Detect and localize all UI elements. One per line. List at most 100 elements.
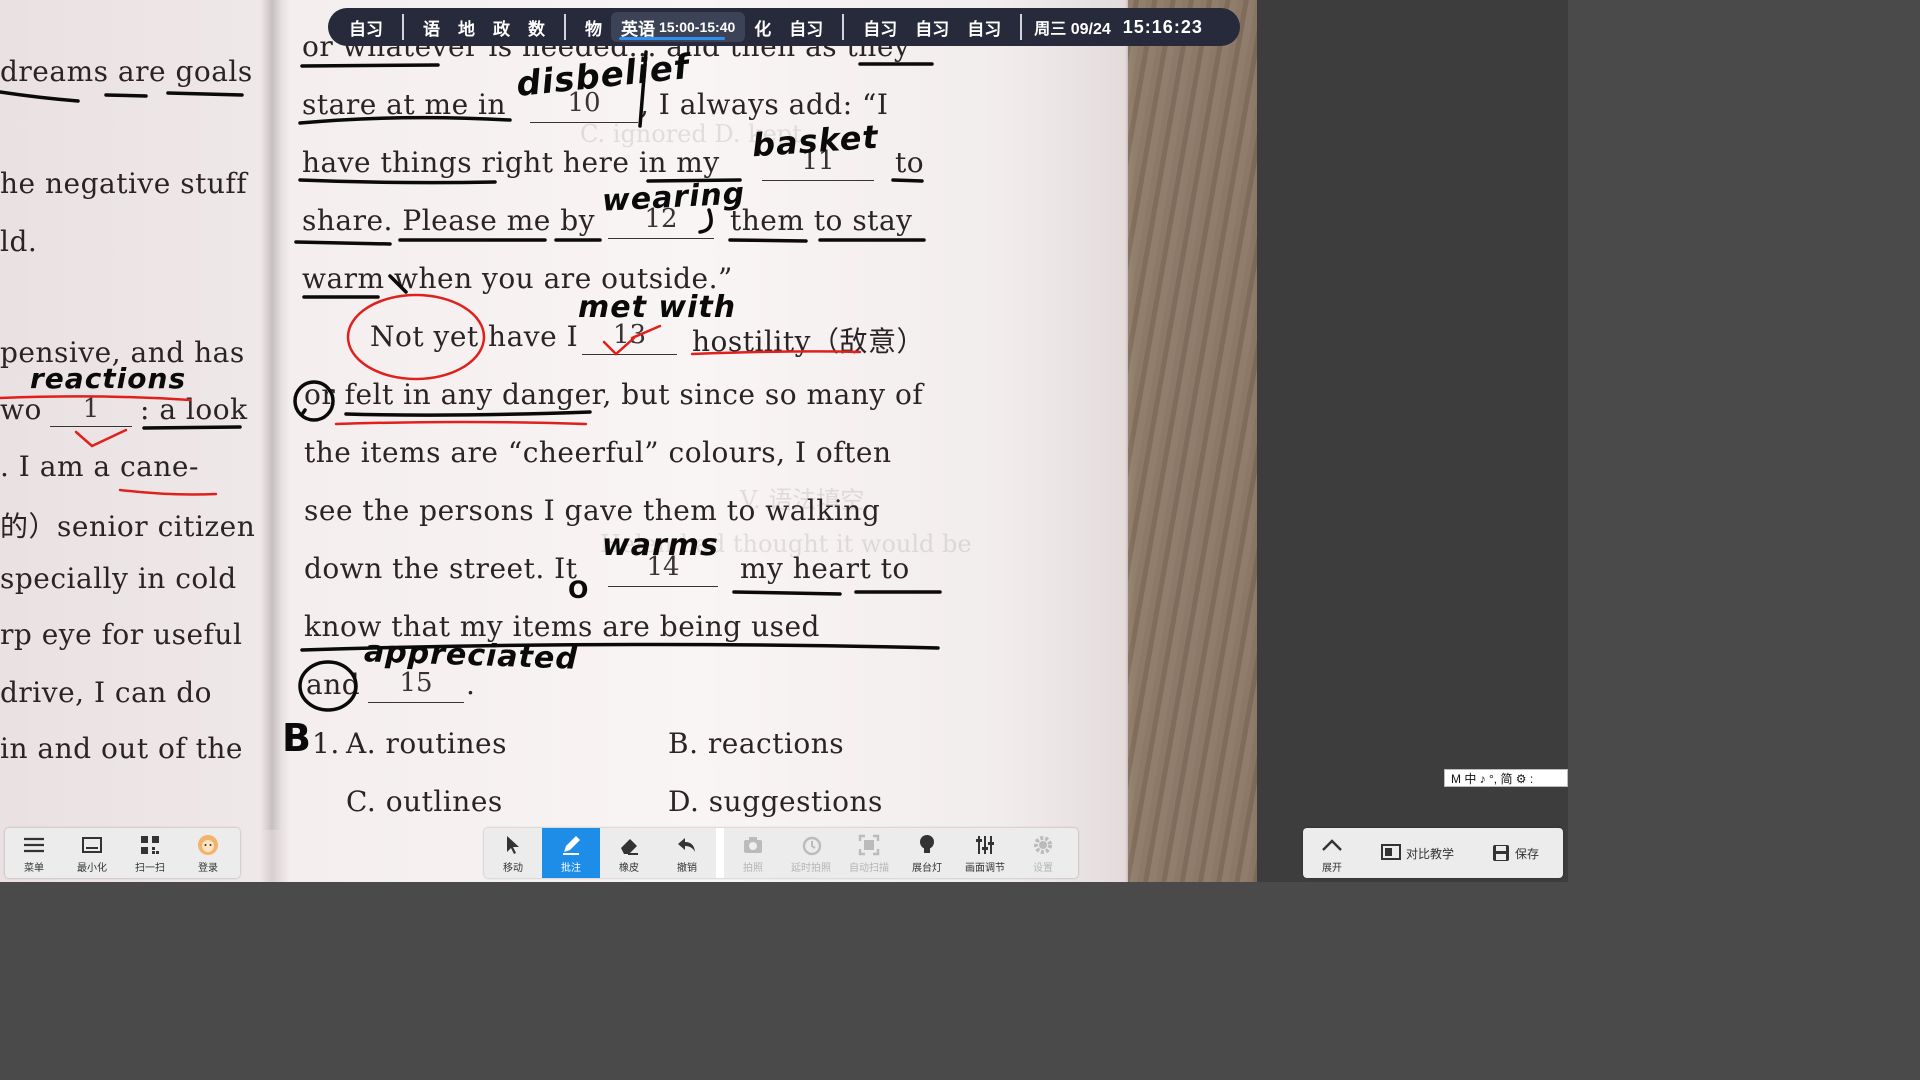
scan-qr-label: 扫一扫	[135, 862, 165, 874]
left-line: rp eye for useful	[0, 618, 243, 651]
undo-label: 撤销	[677, 862, 697, 874]
lamp-button[interactable]: 展台灯	[898, 828, 956, 878]
login-label: 登录	[198, 862, 218, 874]
menu-button[interactable]: 菜单	[5, 828, 63, 878]
handwritten-answer-b: B	[282, 716, 312, 760]
toolbar-gap	[716, 828, 724, 878]
move-label: 移动	[503, 862, 523, 874]
divider	[564, 14, 566, 40]
eraser-button[interactable]: 橡皮	[600, 828, 658, 878]
divider	[1020, 14, 1023, 40]
left-line: he negative stuff	[0, 167, 248, 200]
option-d: D. suggestions	[668, 785, 883, 818]
pen-icon	[560, 833, 582, 857]
handwritten-appreciated: appreciated	[363, 634, 579, 677]
lamp-icon	[917, 833, 937, 857]
passage-line: Not yet have I	[370, 320, 579, 353]
handwritten-wearing: wearing	[601, 176, 747, 219]
schedule-item[interactable]: 化	[745, 15, 780, 40]
handwritten-o-mark: O	[568, 576, 590, 604]
current-class-time: 15:00-15:40	[659, 19, 736, 35]
save-button[interactable]: 保存	[1473, 828, 1557, 878]
menu-icon	[22, 833, 46, 857]
passage-line: , I always add: “I	[640, 88, 889, 121]
schedule-item[interactable]: 语	[414, 15, 449, 40]
compare-teaching-button[interactable]: 对比教学	[1361, 828, 1473, 878]
schedule-item[interactable]: 自习	[854, 15, 906, 40]
blank-13: 13	[582, 320, 677, 355]
option-a: A. routines	[346, 727, 507, 760]
timer-icon	[800, 833, 822, 857]
left-line: drive, I can do	[0, 676, 213, 709]
chevron-up-icon	[1320, 833, 1344, 857]
scan-icon	[858, 833, 880, 857]
settings-button[interactable]: 设置	[1014, 828, 1072, 878]
schedule-item[interactable]: 物	[576, 15, 611, 40]
image-adjust-button[interactable]: 画面调节	[956, 828, 1014, 878]
blank-15: 15	[368, 668, 464, 703]
handwritten-reactions: reactions	[30, 362, 187, 395]
expand-label: 展开	[1322, 862, 1342, 874]
date-label: 周三 09/24	[1034, 21, 1111, 38]
left-line: specially in cold	[0, 562, 237, 595]
annotate-button[interactable]: 批注	[542, 828, 600, 878]
image-adjust-label: 画面调节	[965, 862, 1005, 874]
passage-line: have things right here in my	[302, 146, 720, 179]
schedule-item[interactable]: 政	[484, 15, 519, 40]
scan-qr-button[interactable]: 扫一扫	[121, 828, 179, 878]
handwritten-met-with: met with	[578, 290, 737, 325]
sliders-icon	[974, 833, 996, 857]
passage-line: them to stay	[730, 204, 913, 237]
camera-view: C. ignored D. kept Helen had thought it …	[0, 0, 1568, 882]
passage-line: down the street. It	[304, 552, 578, 585]
left-line: in and out of the	[0, 732, 243, 765]
ime-status-bar[interactable]: M 中 ♪ °, 简 ⚙ :	[1444, 769, 1568, 787]
undo-icon	[676, 833, 698, 857]
eraser-icon	[618, 833, 640, 857]
qr-scan-icon	[139, 833, 161, 857]
passage-line: share. Please me by	[302, 204, 596, 237]
photo-button[interactable]: 拍照	[724, 828, 782, 878]
right-toolbar: 展开 对比教学 保存	[1303, 828, 1563, 878]
divider	[402, 14, 404, 40]
schedule-item[interactable]: 自习	[906, 15, 958, 40]
move-button[interactable]: 移动	[484, 828, 542, 878]
dark-background	[1257, 0, 1568, 882]
schedule-item[interactable]: 地	[449, 15, 484, 40]
timed-photo-button[interactable]: 延时拍照	[782, 828, 840, 878]
save-label: 保存	[1514, 846, 1539, 861]
menu-label: 菜单	[24, 862, 44, 874]
save-icon	[1491, 841, 1511, 865]
blank-1: 1	[50, 394, 132, 427]
minimize-icon	[80, 833, 104, 857]
schedule-item[interactable]: 数	[519, 15, 554, 40]
left-toolbar: 菜单 最小化 扫一扫 登录	[5, 828, 240, 878]
minimize-button[interactable]: 最小化	[63, 828, 121, 878]
passage-line: to	[895, 146, 925, 179]
auto-scan-button[interactable]: 自动扫描	[840, 828, 898, 878]
center-toolbar: 移动 批注 橡皮 撤销 拍照 延时拍照 自动扫描 展台灯 画面调节 设置	[484, 828, 1078, 878]
expand-button[interactable]: 展开	[1303, 828, 1361, 878]
pointer-icon	[503, 833, 523, 857]
class-schedule-bar: 自习 语 地 政 数 物 英语 15:00-15:40 化 自习 自习 自习 自…	[328, 8, 1240, 46]
left-line: : a look	[140, 393, 248, 426]
schedule-item[interactable]: 自习	[340, 15, 392, 40]
schedule-item[interactable]: 自习	[958, 15, 1010, 40]
settings-label: 设置	[1033, 862, 1053, 874]
left-line: . I am a cane-	[0, 450, 199, 483]
auto-scan-label: 自动扫描	[849, 862, 889, 874]
login-button[interactable]: 登录	[179, 828, 237, 878]
compare-icon	[1380, 841, 1402, 865]
eraser-label: 橡皮	[619, 862, 639, 874]
passage-line: hostility（敌意）	[692, 325, 925, 358]
timed-photo-label: 延时拍照	[791, 862, 831, 874]
left-line: dreams are goals	[0, 55, 253, 88]
schedule-item[interactable]: 自习	[780, 15, 832, 40]
desk-surface	[1128, 0, 1257, 882]
option-number: 1.	[312, 727, 340, 760]
current-class[interactable]: 英语 15:00-15:40	[611, 12, 746, 42]
passage-line: see the persons I gave them to walking	[304, 494, 881, 527]
undo-button[interactable]: 撤销	[658, 828, 716, 878]
avatar-icon	[197, 833, 219, 857]
passage-line: stare at me in	[302, 88, 507, 121]
